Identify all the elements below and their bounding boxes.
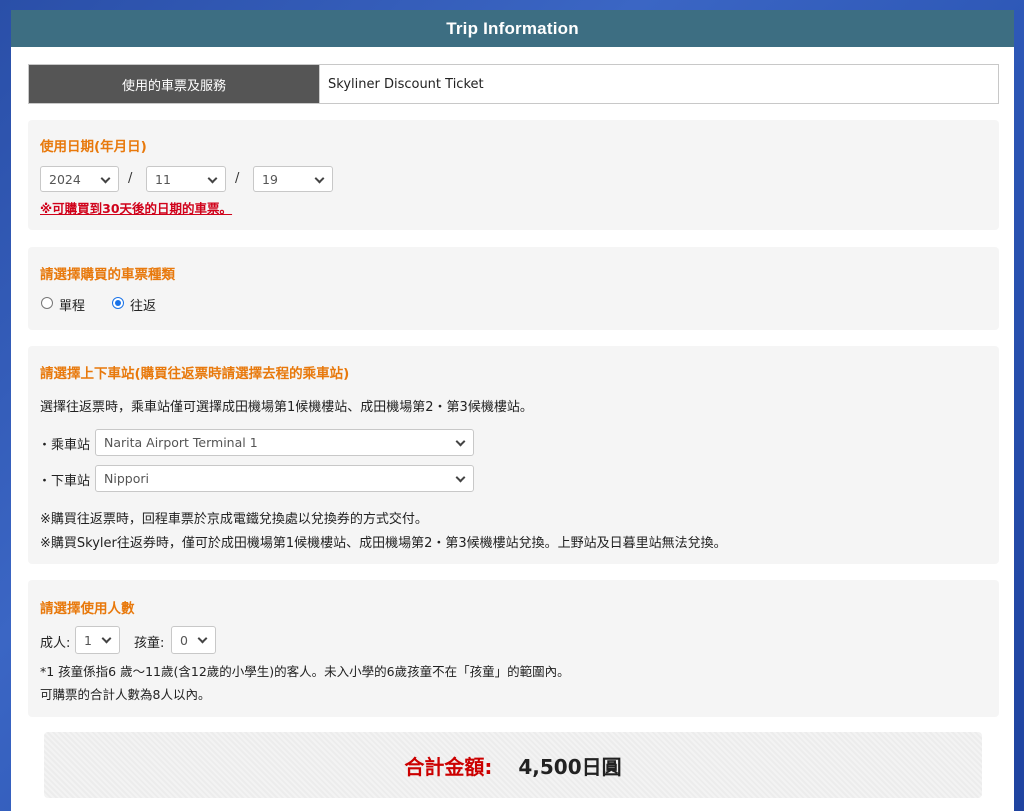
- ticket-row: 使用的車票及服務 Skyliner Discount Ticket: [28, 64, 999, 104]
- alighting-station-value: Nippori: [104, 471, 149, 486]
- people-section-title: 請選擇使用人數: [40, 601, 135, 617]
- total-label: 合計金額:: [404, 754, 493, 779]
- boarding-station-label: ・乘車站: [38, 438, 91, 453]
- day-select-value: 19: [262, 171, 278, 187]
- chevron-down-icon: [314, 173, 325, 184]
- ticket-type-section: 請選擇購買的車票種類 單程 往返: [28, 247, 999, 330]
- station-note-2: ※購買Skyler往返券時，僅可於成田機場第1候機樓站、成田機場第2・第3候機樓…: [40, 536, 727, 551]
- child-label: 孩童:: [134, 636, 165, 651]
- people-note-2: 可購票的合計人數為8人以內。: [40, 687, 211, 702]
- round-trip-radio[interactable]: [112, 297, 124, 309]
- boarding-station-value: Narita Airport Terminal 1: [104, 435, 258, 450]
- child-count-select[interactable]: 0: [171, 626, 216, 654]
- people-section: 請選擇使用人數 成人: 1 孩童: 0 *1 孩童係指6 歲～11歲(含12歲的…: [28, 580, 999, 717]
- station-note-1: ※購買往返票時，回程車票於京成電鐵兌換處以兌換券的方式交付。: [40, 512, 428, 527]
- boarding-station-select[interactable]: Narita Airport Terminal 1: [95, 429, 474, 456]
- trip-information-panel: Trip Information 使用的車票及服務 Skyliner Disco…: [11, 10, 1014, 811]
- ticket-value: Skyliner Discount Ticket: [319, 65, 998, 103]
- panel-title: Trip Information: [11, 10, 1014, 47]
- chevron-down-icon: [207, 173, 218, 184]
- adult-label: 成人:: [40, 636, 71, 651]
- date-section-title: 使用日期(年月日): [40, 139, 147, 155]
- date-section: 使用日期(年月日) 2024 / 11 / 19 ※可購買到30天後的日期的車票…: [28, 120, 999, 230]
- date-separator: /: [128, 171, 133, 186]
- child-count-value: 0: [180, 632, 188, 648]
- ticket-label: 使用的車票及服務: [29, 65, 319, 103]
- adult-count-select[interactable]: 1: [75, 626, 120, 654]
- adult-count-value: 1: [84, 632, 92, 648]
- month-select-value: 11: [155, 171, 171, 187]
- date-note: ※可購買到30天後的日期的車票。: [40, 201, 233, 216]
- chevron-down-icon: [197, 633, 208, 644]
- alighting-station-select[interactable]: Nippori: [95, 465, 474, 492]
- station-description: 選擇往返票時，乘車站僅可選擇成田機場第1候機樓站、成田機場第2・第3候機樓站。: [40, 400, 533, 415]
- station-section-title: 請選擇上下車站(購買往返票時請選擇去程的乘車站): [40, 366, 350, 382]
- people-note-1: *1 孩童係指6 歲～11歲(含12歲的小學生)的客人。未入小學的6歲孩童不在「…: [40, 664, 570, 679]
- total-value: 4,500日圓: [518, 754, 622, 779]
- ticket-type-title: 請選擇購買的車票種類: [40, 267, 175, 283]
- day-select[interactable]: 19: [253, 166, 333, 192]
- one-way-label[interactable]: 單程: [59, 295, 85, 314]
- station-section: 請選擇上下車站(購買往返票時請選擇去程的乘車站) 選擇往返票時，乘車站僅可選擇成…: [28, 346, 999, 564]
- chevron-down-icon: [100, 173, 111, 184]
- year-select[interactable]: 2024: [40, 166, 119, 192]
- one-way-radio[interactable]: [41, 297, 53, 309]
- month-select[interactable]: 11: [146, 166, 226, 192]
- alighting-station-label: ・下車站: [38, 474, 91, 489]
- total-amount-box: 合計金額: 4,500日圓: [44, 732, 982, 798]
- chevron-down-icon: [455, 436, 466, 447]
- date-separator: /: [235, 171, 240, 186]
- round-trip-label[interactable]: 往返: [130, 295, 156, 314]
- year-select-value: 2024: [49, 171, 81, 187]
- chevron-down-icon: [455, 472, 466, 483]
- chevron-down-icon: [101, 633, 112, 644]
